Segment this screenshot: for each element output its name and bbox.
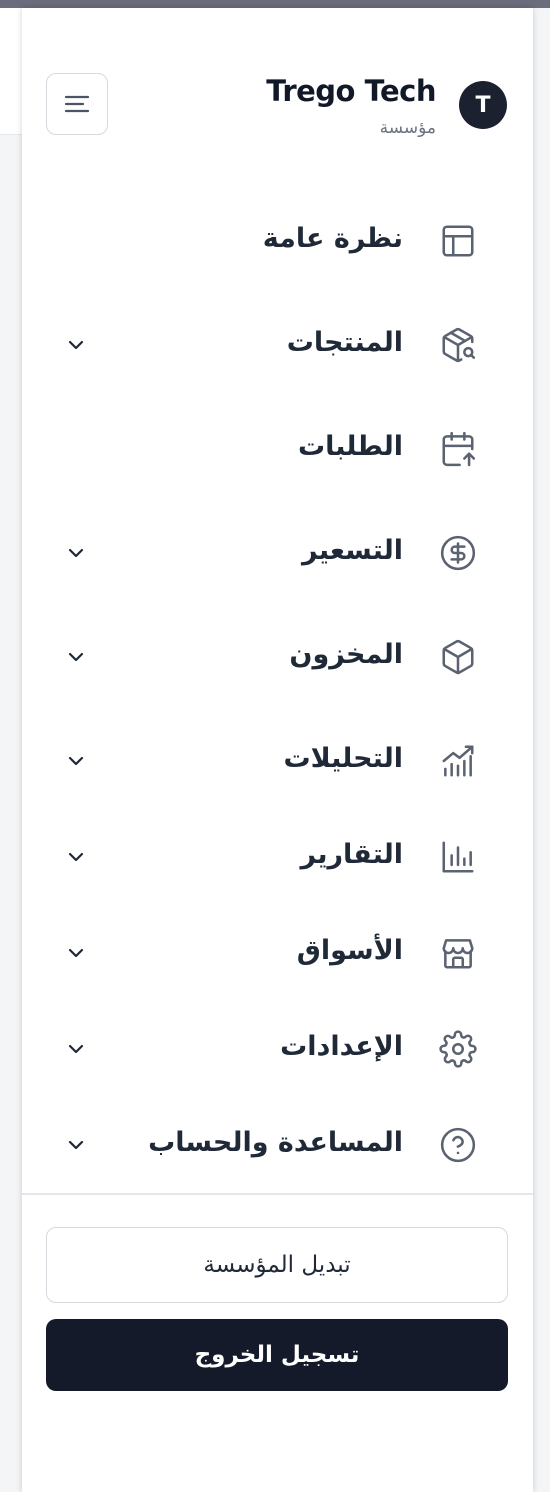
sidebar-drawer: T Trego Tech مؤسسة نظرة عامة المنتجات ال… xyxy=(22,8,533,1492)
sidebar-item-reports[interactable]: التقارير xyxy=(22,809,533,905)
help-circle-icon xyxy=(438,1125,478,1165)
org-type: مؤسسة xyxy=(379,118,436,138)
layout-icon xyxy=(438,221,478,261)
chevron-down-icon[interactable] xyxy=(64,541,88,565)
sidebar-item-help-account[interactable]: المساعدة والحساب xyxy=(22,1097,533,1193)
sidebar-item-settings[interactable]: الإعدادات xyxy=(22,1001,533,1097)
avatar[interactable]: T xyxy=(459,81,507,129)
chevron-down-icon[interactable] xyxy=(64,333,88,357)
sidebar-item-products[interactable]: المنتجات xyxy=(22,297,533,393)
menu-toggle-button[interactable] xyxy=(46,73,108,135)
sidebar-item-label: نظرة عامة xyxy=(262,223,403,254)
sidebar-header: T Trego Tech مؤسسة xyxy=(22,8,533,148)
sidebar-item-orders[interactable]: الطلبات xyxy=(22,401,533,497)
sidebar-item-label: المساعدة والحساب xyxy=(148,1127,403,1158)
chevron-down-icon[interactable] xyxy=(64,845,88,869)
gear-icon xyxy=(438,1029,478,1069)
sidebar-item-label: التحليلات xyxy=(283,743,403,774)
org-name: Trego Tech xyxy=(266,74,436,108)
sidebar-item-label: المخزون xyxy=(289,639,403,670)
chevron-down-icon[interactable] xyxy=(64,1133,88,1157)
sidebar-item-label: الإعدادات xyxy=(280,1031,403,1062)
package-search-icon xyxy=(438,325,478,365)
sidebar-item-markets[interactable]: الأسواق xyxy=(22,905,533,1001)
calendar-arrow-icon xyxy=(438,429,478,469)
sidebar-item-pricing[interactable]: التسعير xyxy=(22,505,533,601)
footer-divider xyxy=(22,1193,533,1195)
menu-lines-icon xyxy=(63,92,91,116)
sidebar-item-label: التقارير xyxy=(300,839,403,870)
sidebar-item-label: الطلبات xyxy=(297,431,403,462)
chevron-down-icon[interactable] xyxy=(64,749,88,773)
chevron-down-icon[interactable] xyxy=(64,645,88,669)
box-icon xyxy=(438,637,478,677)
dollar-circle-icon xyxy=(438,533,478,573)
switch-organization-button[interactable]: تبديل المؤسسة xyxy=(46,1227,508,1303)
bar-chart-icon xyxy=(438,837,478,877)
sidebar-item-inventory[interactable]: المخزون xyxy=(22,609,533,705)
store-icon xyxy=(438,933,478,973)
sidebar-item-overview[interactable]: نظرة عامة xyxy=(22,193,533,289)
sidebar-item-label: الأسواق xyxy=(296,935,403,966)
sidebar-item-label: التسعير xyxy=(302,535,403,566)
logout-button[interactable]: تسجيل الخروج xyxy=(46,1319,508,1391)
sidebar-item-label: المنتجات xyxy=(286,327,403,358)
chevron-down-icon[interactable] xyxy=(64,1037,88,1061)
sidebar-item-analytics[interactable]: التحليلات xyxy=(22,713,533,809)
chart-trend-icon xyxy=(438,741,478,781)
chevron-down-icon[interactable] xyxy=(64,941,88,965)
